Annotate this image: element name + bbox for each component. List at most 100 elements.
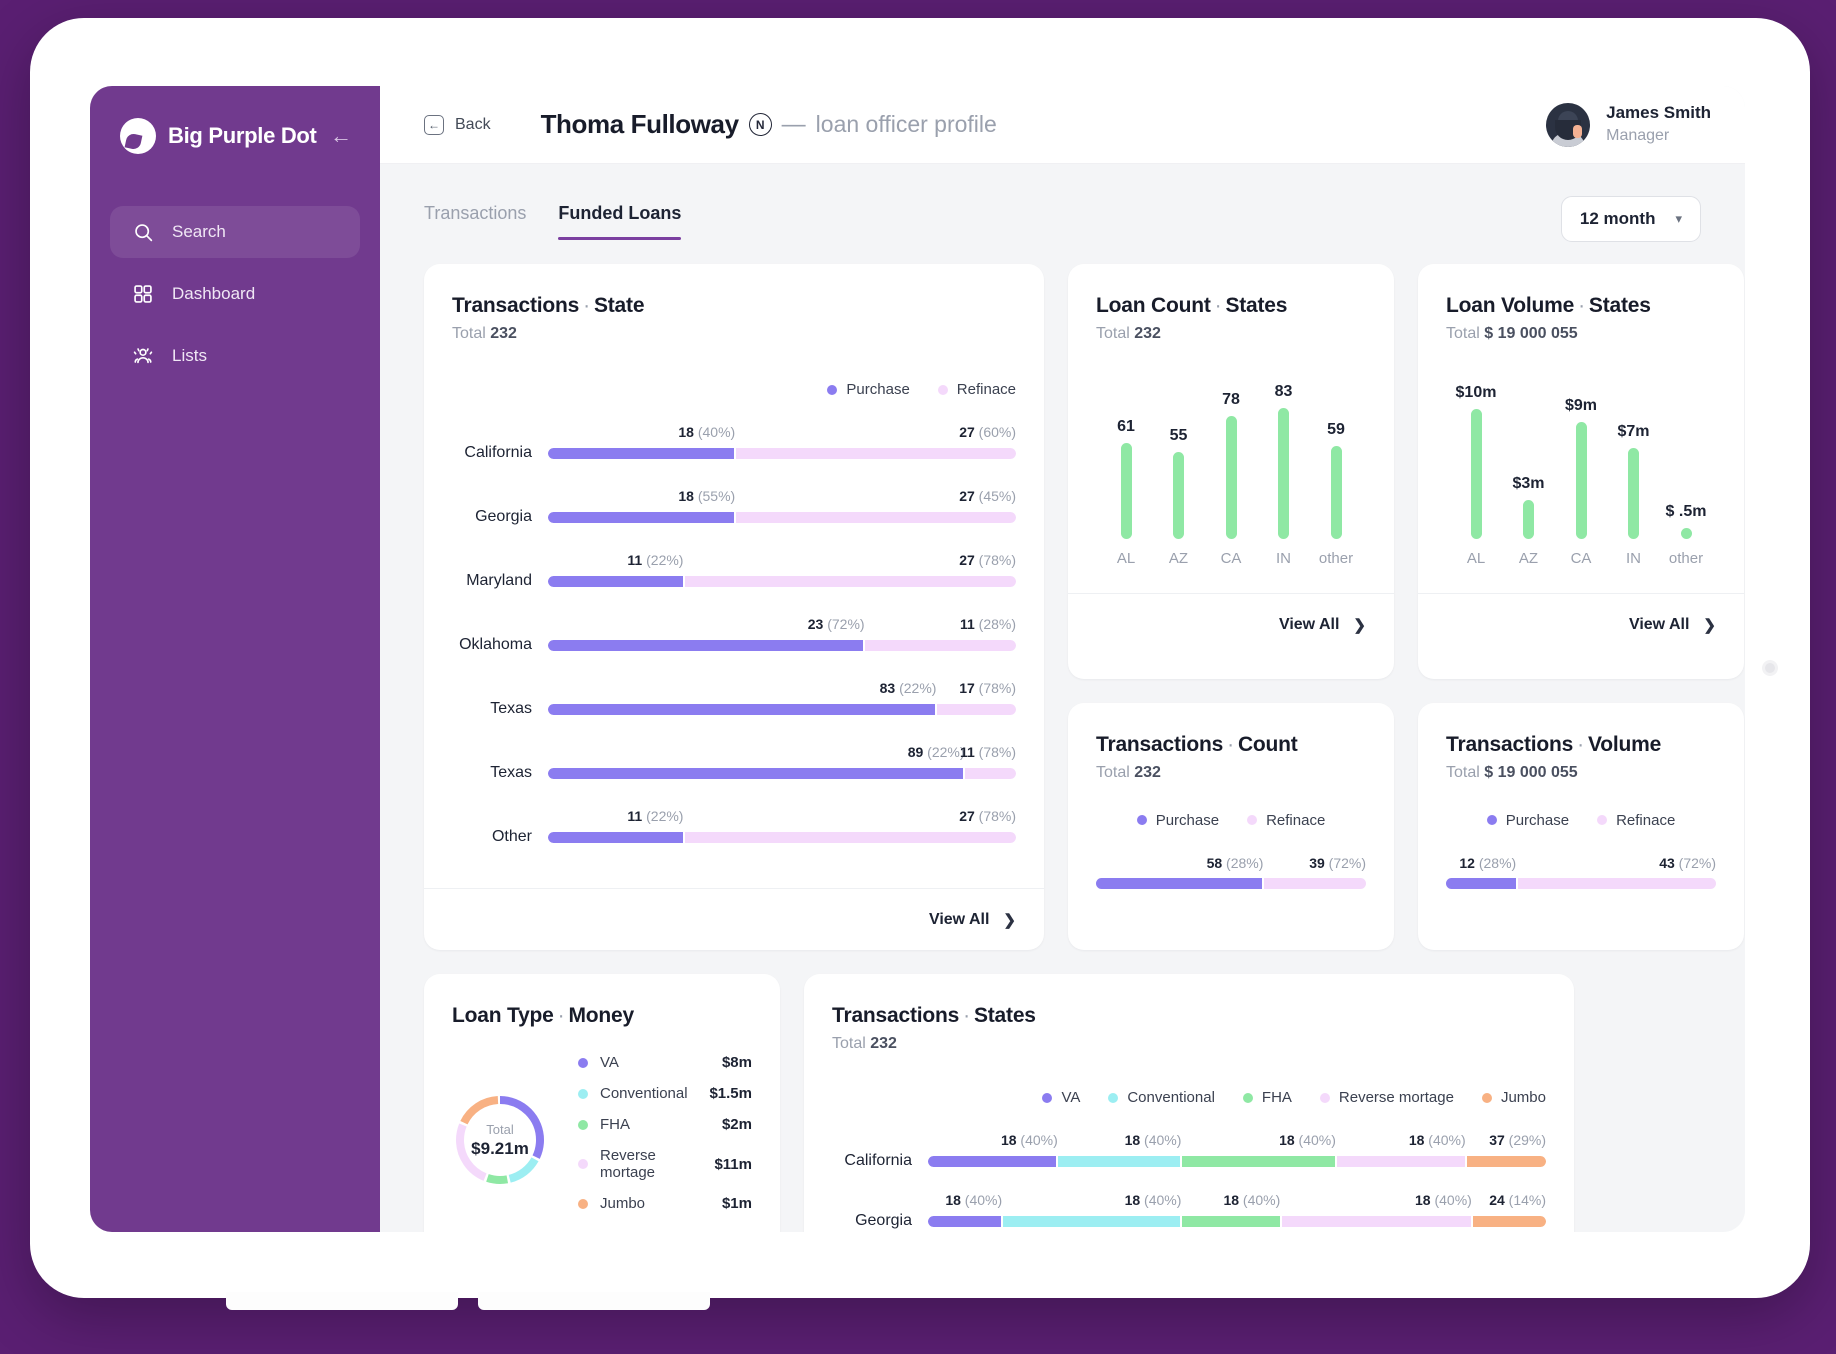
bar-segment [1264, 877, 1366, 889]
bar-track [928, 1155, 1546, 1167]
bar-segment [1446, 877, 1516, 889]
legend-label: VA [1061, 1089, 1081, 1106]
legend-item: Refinace [1597, 812, 1675, 829]
legend-item: Conventional [1108, 1089, 1215, 1106]
bar-segment-label: 18 (40%) [945, 1192, 1003, 1208]
bar-track [548, 767, 1016, 779]
sidebar-collapse-button[interactable]: ← [330, 125, 352, 147]
profile-name: Thoma Fulloway [540, 109, 739, 139]
device-foot-left [226, 1292, 458, 1310]
axis-tick-label: AZ [1168, 550, 1189, 567]
bar-row-labels: 18 (40%) 18 (40%) 18 (40%) 18 (40%) 24 (14%) [832, 1192, 1546, 1212]
vertical-bar-value: $7m [1617, 422, 1650, 440]
search-icon [132, 221, 154, 243]
vertical-bar-value: 61 [1117, 417, 1135, 435]
view-all-button[interactable]: View All ❯ [1068, 593, 1394, 655]
legend-label: FHA [1261, 1089, 1292, 1106]
donut-total-value: $9.21m [471, 1138, 529, 1158]
bar-row-labels: 83 (22%) 17 (78%) [452, 680, 1016, 700]
bar-row-name: Maryland [466, 572, 532, 589]
back-button[interactable]: ← Back [424, 114, 491, 135]
legend: VA Conventional FHA Reverse mortage Jumbo [832, 1089, 1546, 1106]
brand-logo-icon [120, 118, 156, 154]
legend-color-swatch [937, 384, 948, 395]
sidebar-item-lists[interactable]: Lists [110, 330, 360, 382]
view-all-label: View All [1278, 615, 1340, 633]
tab-transactions[interactable]: Transactions [424, 203, 526, 236]
tab-funded-loans[interactable]: Funded Loans [558, 203, 682, 240]
card-title-secondary: States [1225, 294, 1288, 317]
card-loan-volume-states: Loan Volume · States Total $ 19 000 055 $1… [1418, 264, 1744, 679]
legend-label: Purchase [1505, 811, 1570, 829]
bar-row-name: California [464, 444, 532, 461]
bar-row: 23 (72%) 11 (28%) Oklahoma [452, 616, 1016, 654]
bar-segment [1472, 1215, 1546, 1227]
card-total: Total 232 [452, 325, 517, 342]
legend-color-swatch [1319, 1092, 1330, 1103]
legend-label: Conventional [600, 1085, 688, 1102]
vertical-bar [1225, 415, 1237, 539]
bar-row-name: Texas [490, 700, 532, 717]
sidebar-item-label: Dashboard [172, 284, 256, 303]
card-loan-count-states: Loan Count · States Total 232 61 55 78 83 59 AL… [1068, 264, 1394, 679]
legend-label: Jumbo [600, 1195, 646, 1212]
stacked-bar-labels: 58 (28%) 39 (72%) [1096, 855, 1366, 875]
bar-row: 18 (40%) 18 (40%) 18 (40%) 18 (40%) 24 (14%)… [832, 1192, 1546, 1230]
sidebar-item-search[interactable]: Search [110, 206, 360, 258]
bar-row: 18 (40%) 27 (60%) California [452, 424, 1016, 462]
legend-item: VA [1042, 1089, 1080, 1106]
chevron-right-icon: ❯ [1003, 911, 1016, 929]
vertical-bar-column: 78 [1207, 369, 1255, 539]
card-title-secondary: Money [568, 1004, 634, 1027]
bar-segment [1058, 1155, 1181, 1167]
tabs-row: Transactions Funded Loans 12 month ▾ [424, 188, 1701, 250]
main-area: ← Back Thoma Fulloway N — loan officer p… [380, 86, 1745, 1232]
card-total: Total 232 [1096, 325, 1161, 342]
legend-color-swatch [1486, 815, 1497, 825]
bar-segment [1466, 1155, 1546, 1167]
legend-label: Refinace [1616, 811, 1676, 829]
period-select[interactable]: 12 month ▾ [1560, 196, 1701, 242]
view-all-button[interactable]: View All ❯ [424, 888, 1044, 950]
bar-segment-label: 18 (40%) [1408, 1132, 1466, 1148]
card-total-value: 232 [1134, 763, 1161, 781]
legend-label: Jumbo [1500, 1089, 1546, 1106]
card-transactions-state: Transactions·State Total 232 Purchase [424, 264, 1044, 950]
bar-row-labels: 18 (55%) 27 (45%) [452, 488, 1016, 508]
bar-segment-label: 27 (78%) [959, 808, 1016, 824]
vertical-bar [1278, 407, 1289, 539]
axis-tick-label: other [1668, 550, 1704, 567]
bar-track [548, 447, 1016, 459]
bar-segment-label: 17 (78%) [959, 680, 1016, 696]
card-title-primary: Transactions [452, 294, 580, 317]
bar-segment-label: 18 (40%) [1279, 1132, 1336, 1148]
bar-segment [548, 447, 735, 459]
profile-initial-badge: N [748, 113, 772, 136]
card-transactions-count: Transactions·Count Total 232 Purchase [1068, 702, 1394, 950]
bar-track [548, 639, 1016, 651]
legend-color-swatch [1481, 1092, 1492, 1103]
arrow-left-circle-icon: ← [424, 114, 444, 135]
vertical-bar-value: $3m [1512, 474, 1545, 492]
sidebar-item-label: Lists [172, 346, 207, 365]
card-title: Transactions · States [832, 1004, 1036, 1027]
bar-row-labels: 18 (40%) 18 (40%) 18 (40%) 18 (40%) 37 (29%) [832, 1132, 1546, 1152]
horizontal-bar-chart: 18 (40%) 27 (60%) California 18 (55%) 27 (45… [452, 424, 1016, 888]
vertical-bar-value: 83 [1274, 382, 1293, 400]
stacked-bar-track [1446, 877, 1716, 889]
view-all-button[interactable]: View All ❯ [1418, 593, 1744, 655]
view-all-label: View All [928, 910, 990, 928]
vertical-bar [1523, 499, 1534, 539]
period-select-value: 12 month [1579, 209, 1656, 228]
legend-value: $11m [714, 1155, 752, 1173]
legend-item: Purchase [1136, 812, 1219, 829]
sidebar-item-dashboard[interactable]: Dashboard [110, 268, 360, 320]
card-title-secondary: Volume [1587, 732, 1662, 756]
stacked-bar-label: 43 (72%) [1659, 854, 1716, 871]
bar-segment [548, 831, 683, 843]
bar-row: 18 (55%) 27 (45%) Georgia [452, 488, 1016, 526]
user-menu[interactable]: James Smith Manager [1546, 102, 1711, 147]
legend-value: $1m [721, 1195, 752, 1212]
bar-row-name: Oklahoma [459, 636, 532, 653]
card-total-value: 232 [870, 1035, 897, 1052]
